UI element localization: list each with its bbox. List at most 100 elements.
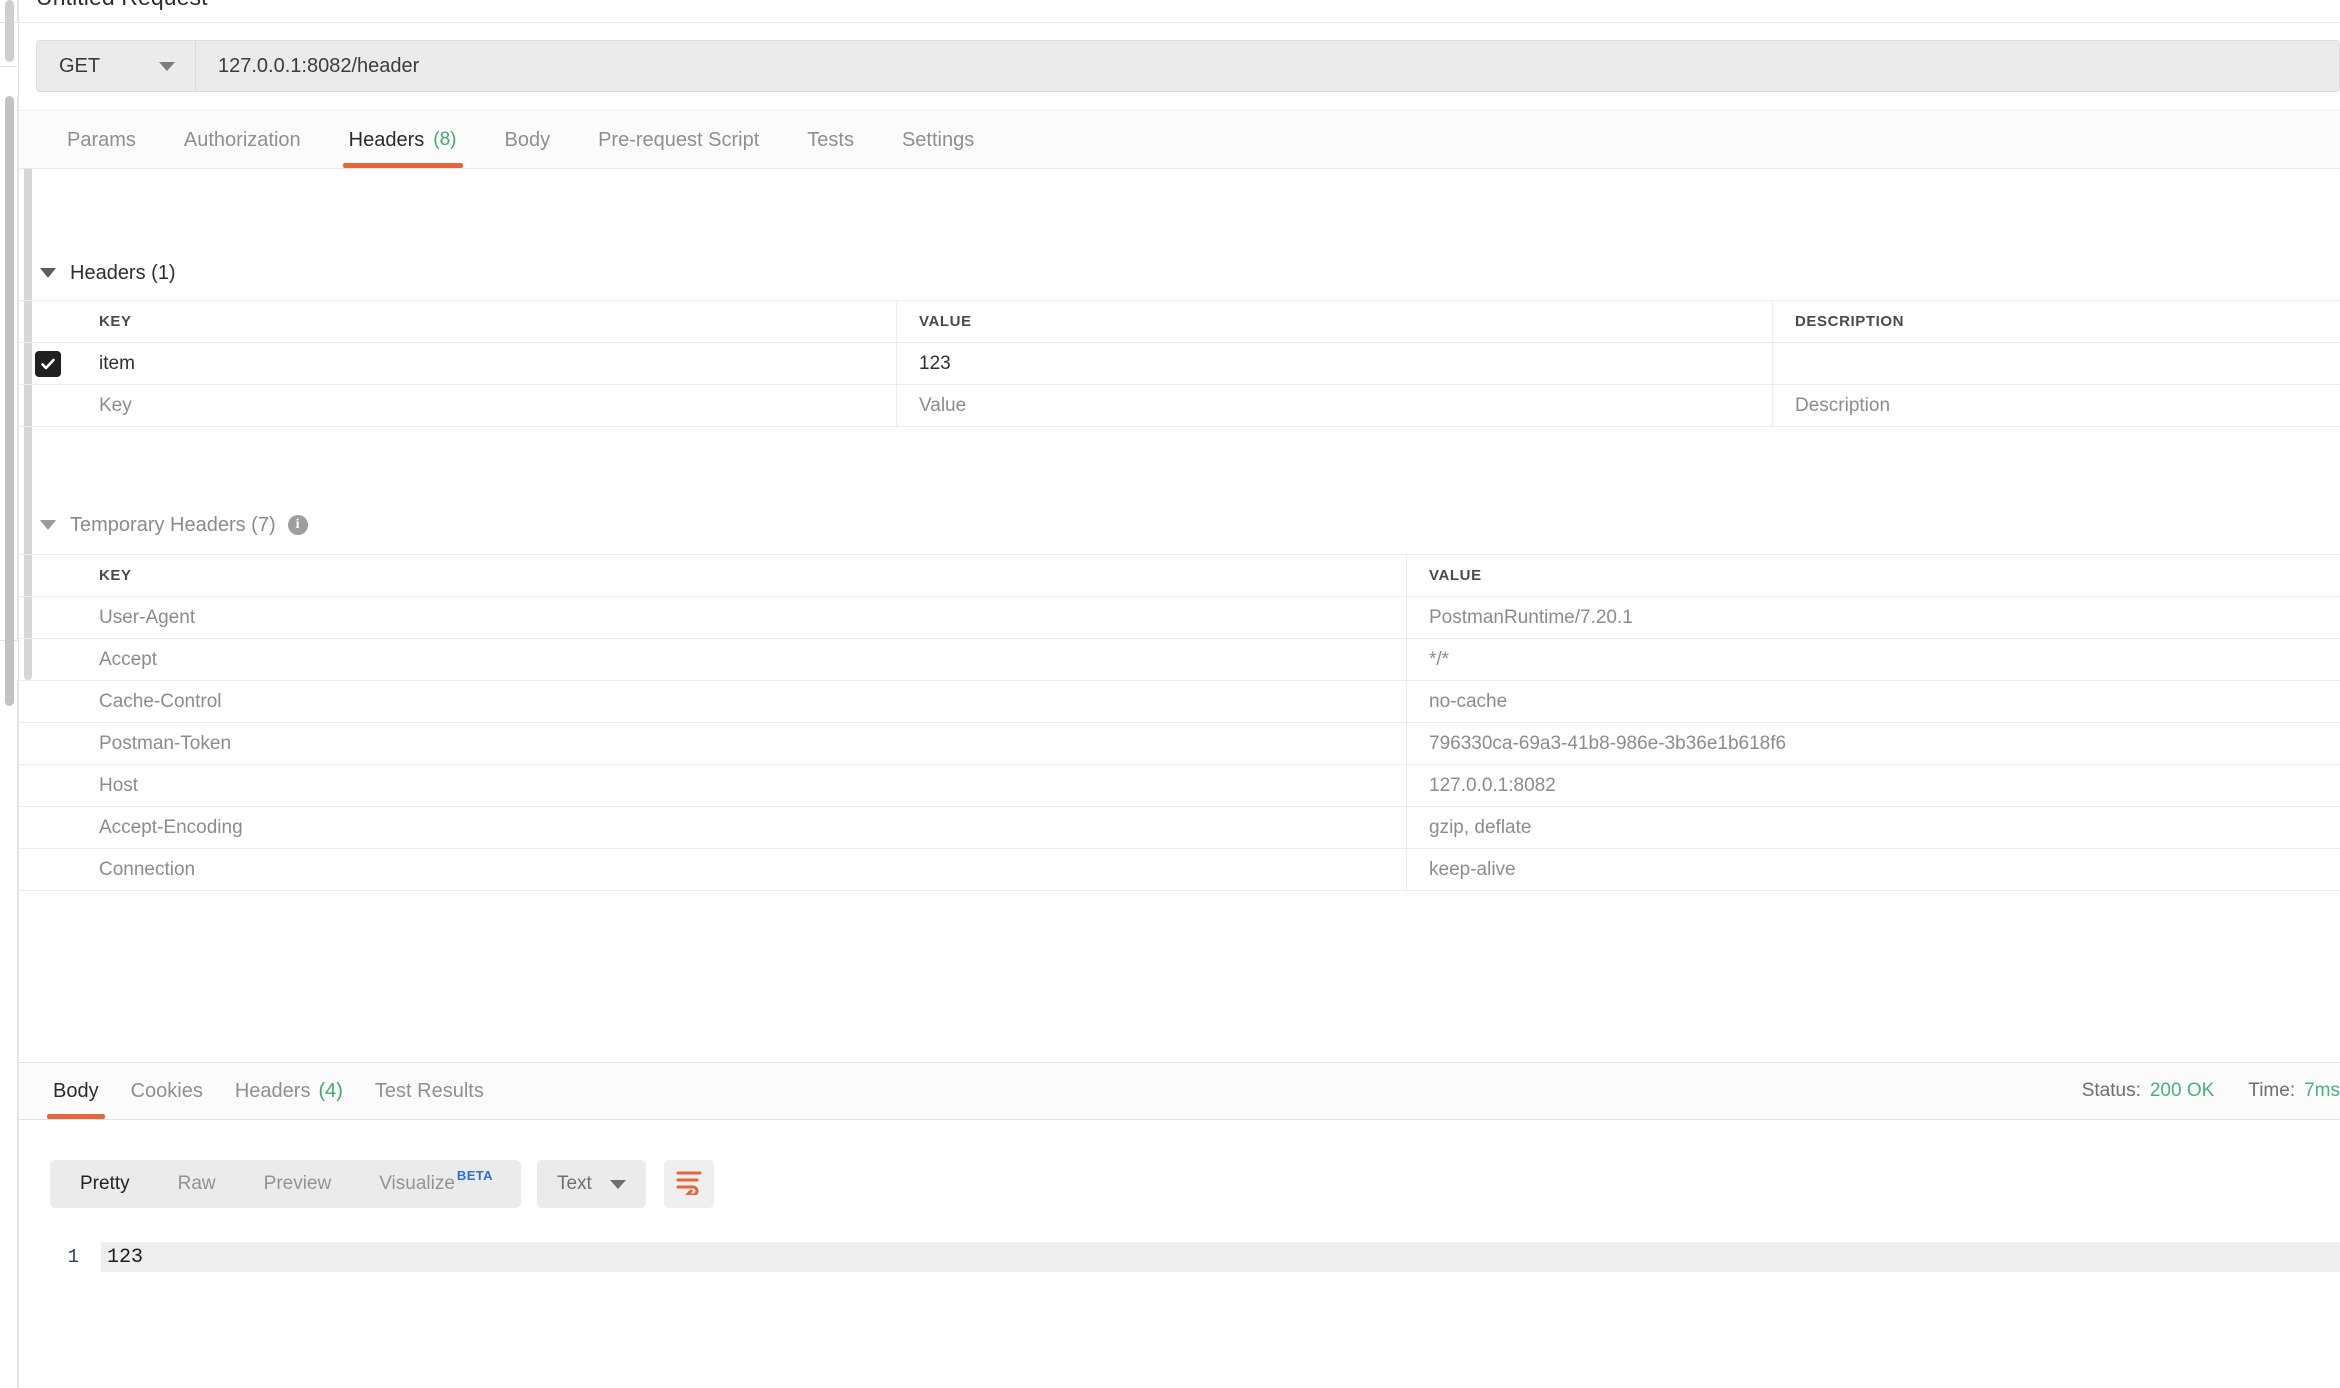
temp-header-key: Accept-Encoding (77, 807, 1407, 848)
tab-headers[interactable]: Headers (8) (325, 112, 481, 168)
response-tabs-divider (19, 1119, 2340, 1120)
headers-table: KEY VALUE DESCRIPTION item 123 Key Value… (19, 300, 2340, 427)
column-header-value: VALUE (1429, 567, 1482, 584)
header-description-placeholder[interactable]: Description (1773, 385, 2340, 426)
headers-section-label: Headers (1) (70, 261, 176, 284)
method-label: GET (59, 54, 101, 77)
temp-header-key: Connection (77, 849, 1407, 890)
temporary-headers-table: KEY VALUE User-Agent PostmanRuntime/7.20… (19, 554, 2340, 891)
title-divider (19, 22, 2340, 23)
request-tabs-divider (19, 168, 2340, 169)
tab-label: Tests (807, 128, 854, 151)
response-tab-body[interactable]: Body (37, 1063, 115, 1119)
header-value-placeholder[interactable]: Value (897, 385, 1773, 426)
line-content[interactable]: 123 (101, 1242, 2340, 1272)
format-tab-label: Raw (177, 1173, 216, 1194)
tab-params[interactable]: Params (43, 112, 160, 168)
response-tab-test-results[interactable]: Test Results (359, 1063, 500, 1119)
line-number: 1 (67, 1246, 79, 1268)
request-tabs: Params Authorization Headers (8) Body Pr… (19, 112, 2340, 168)
beta-badge: BETA (456, 1167, 493, 1183)
table-row[interactable]: item 123 (19, 343, 2340, 385)
response-tab-headers[interactable]: Headers (4) (219, 1063, 359, 1119)
url-value: 127.0.0.1:8082/header (218, 54, 420, 77)
tab-label: Authorization (183, 128, 301, 151)
tab-authorization[interactable]: Authorization (160, 112, 325, 168)
word-wrap-button[interactable] (663, 1160, 714, 1208)
row-checkbox-empty[interactable] (19, 385, 77, 426)
url-bar: GET 127.0.0.1:8082/header (36, 40, 2340, 92)
request-title-bar: Untitled Request (36, 0, 208, 18)
temp-header-value: 127.0.0.1:8082 (1429, 774, 1556, 796)
spacer-cell (19, 639, 77, 680)
header-value-cell[interactable]: 123 (897, 343, 1773, 384)
outer-scrollbar-thumb[interactable] (5, 96, 14, 706)
spacer-cell (19, 849, 77, 890)
spacer-cell (19, 807, 77, 848)
format-tab-visualize[interactable]: Visualize BETA (355, 1160, 515, 1208)
tab-label: Test Results (374, 1079, 484, 1102)
header-description-cell[interactable] (1773, 343, 2340, 384)
format-tab-label: Pretty (80, 1173, 130, 1194)
word-wrap-icon (675, 1169, 703, 1200)
format-tab-group: Pretty Raw Preview Visualize BETA (50, 1160, 521, 1208)
time-label: Time: (2248, 1080, 2296, 1101)
checkbox-column-header (19, 301, 77, 342)
outer-scrollbar-top[interactable] (5, 0, 14, 62)
chevron-down-icon (40, 520, 56, 530)
spacer-cell (19, 681, 77, 722)
tab-pre-request-script[interactable]: Pre-request Script (574, 112, 783, 168)
response-tabs: Body Cookies Headers (4) Test Results St… (19, 1063, 2340, 1119)
table-row: Cache-Control no-cache (19, 681, 2340, 723)
table-row-placeholder[interactable]: Key Value Description (19, 385, 2340, 427)
temp-header-key: User-Agent (77, 597, 1407, 638)
info-icon[interactable]: i (287, 515, 308, 535)
response-format-toolbar: Pretty Raw Preview Visualize BETA Text (50, 1160, 714, 1208)
chevron-down-icon (609, 1179, 626, 1189)
postman-request-window: Untitled Request GET 127.0.0.1:8082/head… (0, 0, 2340, 1388)
temp-header-value: */* (1429, 648, 1450, 670)
response-body-viewer[interactable]: 1 123 (19, 1240, 2340, 1274)
format-tab-label: Preview (263, 1173, 332, 1194)
table-row: Accept-Encoding gzip, deflate (19, 807, 2340, 849)
chevron-down-icon (159, 61, 175, 71)
table-row: User-Agent PostmanRuntime/7.20.1 (19, 597, 2340, 639)
header-key-cell[interactable]: item (77, 343, 897, 384)
spacer-cell (19, 765, 77, 806)
tab-label: Params (67, 128, 136, 151)
body-type-selector[interactable]: Text (536, 1160, 646, 1208)
code-line: 1 123 (19, 1240, 2340, 1274)
tab-tests[interactable]: Tests (783, 112, 878, 168)
temp-header-value: 796330ca-69a3-41b8-986e-3b36e1b618f6 (1429, 732, 1787, 754)
tab-settings[interactable]: Settings (878, 112, 998, 168)
format-tab-raw[interactable]: Raw (154, 1160, 240, 1208)
temporary-headers-label: Temporary Headers (7) (70, 513, 276, 536)
tab-label: Settings (901, 128, 975, 151)
temp-header-key: Host (77, 765, 1407, 806)
header-key-placeholder[interactable]: Key (77, 385, 897, 426)
table-row: Host 127.0.0.1:8082 (19, 765, 2340, 807)
tab-label: Cookies (130, 1079, 203, 1102)
temp-header-value: gzip, deflate (1429, 816, 1532, 838)
temporary-headers-section-header[interactable]: Temporary Headers (7) i (40, 508, 308, 542)
temp-header-value: no-cache (1429, 690, 1508, 712)
headers-section-header[interactable]: Headers (1) (40, 256, 176, 290)
time-value: 7ms (2304, 1080, 2340, 1101)
table-row: Postman-Token 796330ca-69a3-41b8-986e-3b… (19, 723, 2340, 765)
table-row: Connection keep-alive (19, 849, 2340, 891)
tab-label: Pre-request Script (598, 128, 760, 151)
url-input[interactable]: 127.0.0.1:8082/header (196, 40, 2340, 92)
body-type-label: Text (556, 1173, 592, 1194)
chevron-down-icon (40, 268, 56, 278)
response-tab-cookies[interactable]: Cookies (115, 1063, 219, 1119)
tab-label: Body (53, 1079, 99, 1102)
tab-body[interactable]: Body (481, 112, 575, 168)
tab-label: Body (504, 128, 551, 151)
tab-count: (8) (433, 129, 457, 150)
tab-label: Headers (348, 128, 425, 151)
row-checkbox[interactable] (19, 343, 77, 384)
column-header-description: DESCRIPTION (1795, 313, 1905, 330)
method-selector[interactable]: GET (36, 40, 196, 92)
format-tab-preview[interactable]: Preview (240, 1160, 356, 1208)
format-tab-pretty[interactable]: Pretty (56, 1160, 154, 1208)
